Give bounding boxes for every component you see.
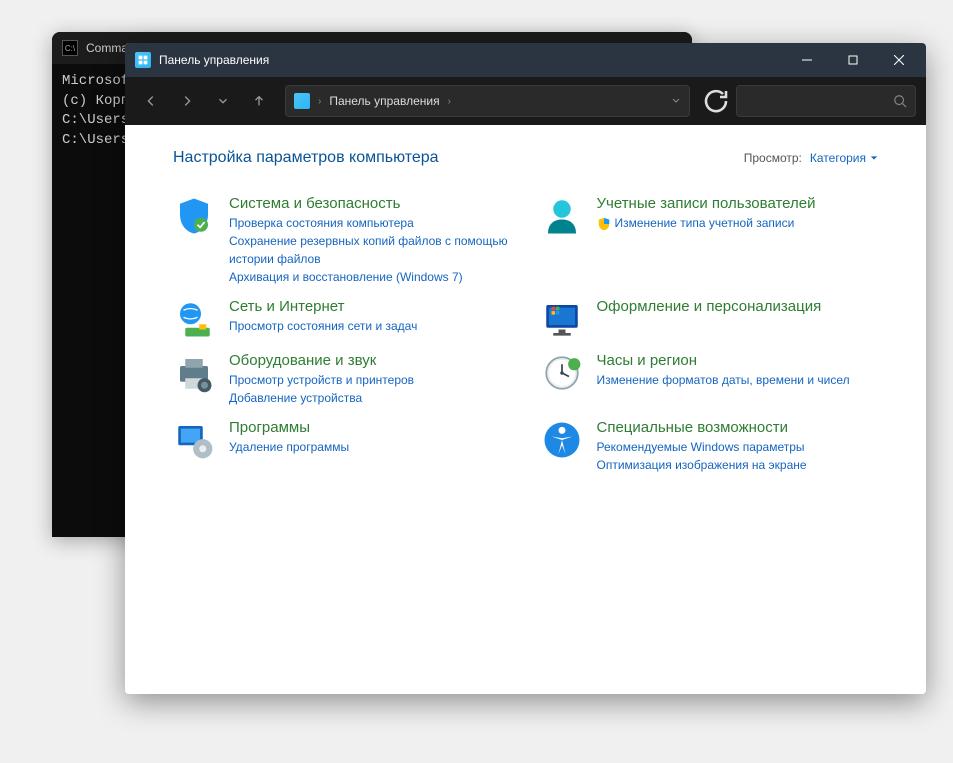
category-title[interactable]: Сеть и Интернет (229, 298, 417, 315)
category-title[interactable]: Оборудование и звук (229, 352, 414, 369)
category-link[interactable]: Архивация и восстановление (Windows 7) (229, 268, 511, 286)
user-icon (541, 195, 583, 237)
refresh-button[interactable] (700, 85, 732, 117)
printer-icon (173, 352, 215, 394)
category-clock-region: Часы и регион Изменение форматов даты, в… (541, 352, 879, 407)
category-link[interactable]: Добавление устройства (229, 389, 414, 407)
category-network: Сеть и Интернет Просмотр состояния сети … (173, 298, 511, 340)
minimize-button[interactable] (784, 43, 830, 77)
cp-navbar: › Панель управления › (125, 77, 926, 125)
control-panel-icon (135, 52, 151, 68)
category-link[interactable]: Изменение типа учетной записи (597, 214, 816, 232)
category-appearance: Оформление и персонализация (541, 298, 879, 340)
category-hardware: Оборудование и звук Просмотр устройств и… (173, 352, 511, 407)
category-title[interactable]: Специальные возможности (597, 419, 807, 436)
category-link[interactable]: Просмотр устройств и принтеров (229, 371, 414, 389)
recent-dropdown[interactable] (207, 85, 239, 117)
clock-icon (541, 352, 583, 394)
address-dropdown-icon[interactable] (671, 94, 681, 108)
view-control: Просмотр: Категория (744, 151, 878, 165)
chevron-right-icon: › (318, 96, 321, 107)
accessibility-icon (541, 419, 583, 461)
control-panel-window: Панель управления › Панель управления › … (125, 43, 926, 694)
search-input[interactable] (736, 85, 916, 117)
address-icon (294, 93, 310, 109)
category-link[interactable]: Изменение форматов даты, времени и чисел (597, 371, 850, 389)
page-heading: Настройка параметров компьютера (173, 149, 439, 167)
category-link[interactable]: Оптимизация изображения на экране (597, 456, 807, 474)
category-link[interactable]: Рекомендуемые Windows параметры (597, 438, 807, 456)
category-link[interactable]: Просмотр состояния сети и задач (229, 317, 417, 335)
category-title[interactable]: Часы и регион (597, 352, 850, 369)
category-title[interactable]: Программы (229, 419, 349, 436)
cp-title: Панель управления (159, 53, 784, 67)
cmd-icon: C:\ (62, 40, 78, 56)
category-link[interactable]: Сохранение резервных копий файлов с помо… (229, 232, 511, 268)
maximize-button[interactable] (830, 43, 876, 77)
shield-security-icon (173, 195, 215, 237)
category-link[interactable]: Удаление программы (229, 438, 349, 456)
back-button[interactable] (135, 85, 167, 117)
category-title[interactable]: Оформление и персонализация (597, 298, 822, 315)
category-user-accounts: Учетные записи пользователей Изменение т… (541, 195, 879, 286)
cp-content: Настройка параметров компьютера Просмотр… (125, 125, 926, 694)
category-link[interactable]: Проверка состояния компьютера (229, 214, 511, 232)
up-button[interactable] (243, 85, 275, 117)
category-title[interactable]: Система и безопасность (229, 195, 511, 212)
category-programs: Программы Удаление программы (173, 419, 511, 474)
network-icon (173, 298, 215, 340)
view-label: Просмотр: (744, 151, 802, 165)
uac-shield-icon (597, 217, 611, 231)
breadcrumb[interactable]: Панель управления (329, 94, 439, 108)
chevron-down-icon (870, 154, 878, 162)
category-grid: Система и безопасность Проверка состояни… (173, 195, 878, 474)
search-icon (893, 94, 907, 108)
category-system-security: Система и безопасность Проверка состояни… (173, 195, 511, 286)
forward-button[interactable] (171, 85, 203, 117)
cp-titlebar[interactable]: Панель управления (125, 43, 926, 77)
chevron-right-icon: › (448, 96, 451, 107)
close-button[interactable] (876, 43, 922, 77)
programs-icon (173, 419, 215, 461)
view-dropdown[interactable]: Категория (810, 151, 878, 165)
category-accessibility: Специальные возможности Рекомендуемые Wi… (541, 419, 879, 474)
address-bar[interactable]: › Панель управления › (285, 85, 690, 117)
category-title[interactable]: Учетные записи пользователей (597, 195, 816, 212)
monitor-icon (541, 298, 583, 340)
